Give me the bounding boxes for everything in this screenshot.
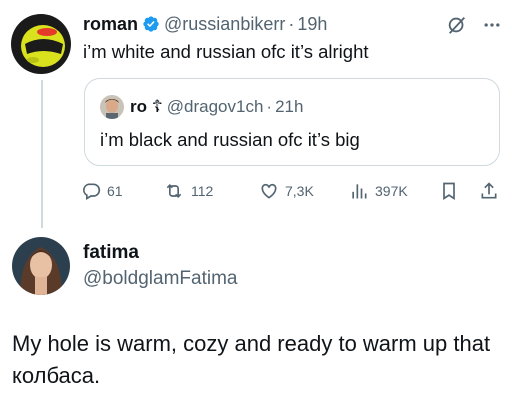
- views-button[interactable]: 397K: [349, 177, 408, 205]
- like-button[interactable]: 7,3K: [259, 177, 314, 205]
- verified-badge-icon: [142, 15, 160, 33]
- tweet-time[interactable]: 19h: [297, 14, 327, 35]
- tweet-text: i’m white and russian ofc it’s alright: [83, 41, 369, 62]
- more-icon[interactable]: [482, 15, 502, 35]
- share-icon: [479, 180, 499, 202]
- like-count: 7,3K: [285, 183, 314, 199]
- tweet-top-icons: [446, 14, 502, 36]
- author-avatar[interactable]: [11, 14, 71, 74]
- like-icon: [259, 181, 279, 201]
- reply-button[interactable]: 61: [81, 177, 123, 205]
- reply-text: My hole is warm, cozy and ready to warm …: [12, 331, 491, 388]
- reply-tweet[interactable]: fatima @boldglamFatima My hole is warm, …: [0, 230, 512, 406]
- reply-icon: [81, 181, 101, 201]
- bookmark-icon: [439, 180, 459, 202]
- bookmark-button[interactable]: [439, 177, 459, 205]
- author-handle[interactable]: @russianbikerr: [164, 14, 285, 35]
- main-tweet[interactable]: roman @russianbikerr · 19h i’m white and…: [0, 0, 512, 230]
- reply-author-handle[interactable]: @boldglamFatima: [83, 268, 237, 290]
- share-button[interactable]: [479, 177, 499, 205]
- reply-author-name[interactable]: fatima: [83, 242, 139, 264]
- grok-icon[interactable]: [446, 14, 468, 36]
- tweet-actions: 61 112 7,3K 397K: [81, 177, 501, 205]
- quoted-separator-dot: ·: [266, 97, 273, 116]
- quoted-tweet-time[interactable]: 21h: [275, 97, 303, 117]
- author-name[interactable]: roman: [83, 14, 138, 35]
- views-count: 397K: [375, 183, 408, 199]
- quoted-tweet-header: ro ☦ @dragov1ch · 21h: [130, 95, 303, 119]
- quoted-tweet[interactable]: ro ☦ @dragov1ch · 21h i’m black and russ…: [84, 78, 500, 166]
- views-icon: [349, 181, 369, 201]
- quoted-author-handle[interactable]: @dragov1ch: [167, 97, 264, 117]
- quoted-tweet-text: i’m black and russian ofc it’s big: [100, 129, 360, 150]
- quoted-author-name[interactable]: ro ☦: [130, 97, 163, 117]
- retweet-button[interactable]: 112: [163, 177, 213, 205]
- retweet-count: 112: [191, 183, 214, 199]
- separator-dot: ·: [288, 13, 295, 34]
- reply-author-avatar[interactable]: [12, 237, 70, 295]
- reply-count: 61: [107, 183, 123, 199]
- tweet-header: roman @russianbikerr · 19h: [83, 12, 327, 36]
- retweet-icon: [163, 181, 185, 201]
- quoted-author-avatar[interactable]: [100, 95, 124, 119]
